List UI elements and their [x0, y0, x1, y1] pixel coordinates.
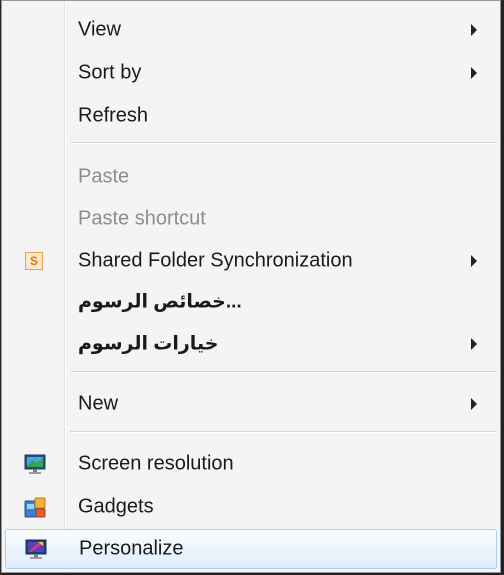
menu-separator [70, 371, 497, 373]
menu-item-graphics-options[interactable]: خيارات الرسوم [5, 324, 497, 364]
menu-item-sort-by[interactable]: Sort by [5, 53, 497, 93]
shared-folder-sync-icon: S [25, 252, 43, 270]
menu-item-label: Sort by [78, 61, 142, 84]
menu-separator [70, 142, 497, 144]
submenu-arrow-icon [471, 24, 477, 36]
menu-item-refresh[interactable]: Refresh [5, 96, 497, 136]
submenu-arrow-icon [471, 338, 477, 350]
desktop-context-menu: View Sort by Refresh Paste Paste shortcu… [1, 0, 501, 573]
menu-item-paste[interactable]: Paste [5, 157, 497, 197]
menu-item-gadgets[interactable]: Gadgets [5, 487, 497, 527]
menu-item-new[interactable]: New [5, 384, 497, 424]
menu-item-screen-resolution[interactable]: Screen resolution [5, 444, 497, 484]
menu-item-paste-shortcut[interactable]: Paste shortcut [5, 199, 497, 239]
submenu-arrow-icon [471, 398, 477, 410]
menu-item-shared-folder-sync[interactable]: S Shared Folder Synchronization [5, 241, 497, 281]
menu-item-label: Personalize [79, 537, 184, 560]
submenu-arrow-icon [471, 255, 477, 267]
personalize-icon [24, 537, 48, 561]
menu-item-label: Screen resolution [78, 452, 234, 475]
menu-item-personalize[interactable]: Personalize [5, 529, 497, 569]
menu-item-label: Paste shortcut [78, 207, 206, 230]
submenu-arrow-icon [471, 67, 477, 79]
menu-item-label: New [78, 392, 119, 415]
menu-item-view[interactable]: View [5, 10, 497, 50]
menu-separator [70, 431, 497, 433]
menu-item-label: Shared Folder Synchronization [78, 249, 353, 272]
gadgets-icon [23, 495, 47, 519]
menu-item-graphics-properties[interactable]: ...خصائص الرسوم [5, 282, 497, 322]
menu-item-label: خيارات الرسوم [78, 333, 219, 355]
menu-item-label: View [78, 18, 121, 41]
menu-item-label: Refresh [78, 104, 149, 127]
menu-item-label: Gadgets [78, 495, 154, 518]
menu-item-label: Paste [78, 165, 130, 188]
menu-item-label: ...خصائص الرسوم [78, 291, 242, 313]
screen-resolution-icon [23, 452, 47, 476]
